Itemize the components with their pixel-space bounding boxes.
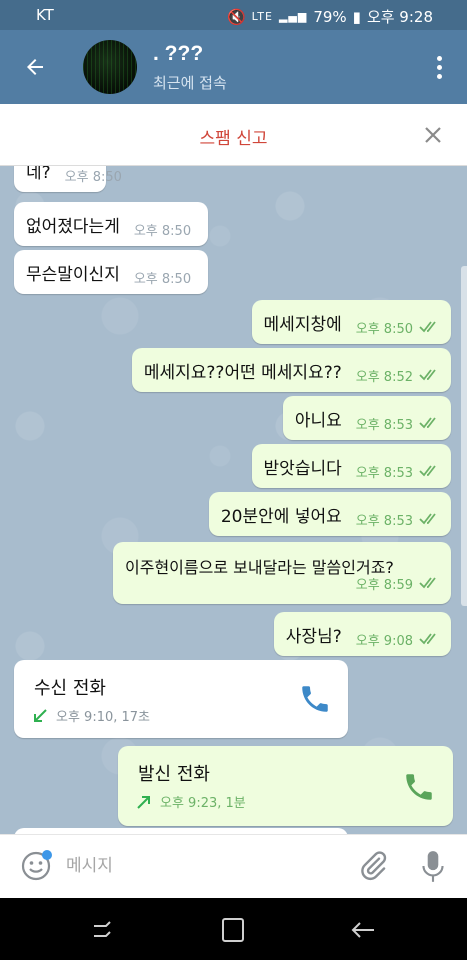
call-title: 발신 전화	[138, 764, 210, 785]
message-bubble[interactable]: 메세지창에 오후 8:50	[251, 300, 451, 344]
more-menu-button[interactable]	[429, 52, 449, 82]
chat-title[interactable]: . ???	[153, 42, 203, 66]
avatar[interactable]	[83, 40, 137, 94]
outgoing-call-card[interactable]: 발신 전화 오후 9:23, 1분	[118, 746, 453, 826]
message-text: 사장님?	[285, 626, 342, 647]
message-bubble[interactable]: 없어졌다는게 오후 8:50	[14, 202, 208, 246]
back-button[interactable]	[18, 50, 52, 84]
message-bubble[interactable]: 아니요 오후 8:53	[282, 396, 451, 440]
double-check-icon	[419, 577, 436, 589]
call-time: 오후 9:10, 17초	[56, 710, 151, 725]
back-arrow-icon	[27, 59, 43, 75]
spam-report-banner: 스팸 신고	[0, 104, 467, 166]
more-vert-icon	[436, 55, 442, 61]
message-bubble[interactable]: 이주현이름으로 보내달라는 말씀인거죠? 오후 8:59	[113, 542, 451, 604]
attach-icon[interactable]	[357, 849, 389, 883]
outgoing-call-arrow-icon	[137, 795, 150, 809]
message-bubble[interactable]: 네? 오후 8:50	[14, 166, 122, 192]
phone-icon[interactable]	[402, 770, 436, 804]
system-nav-bar	[0, 898, 467, 960]
mute-icon: 🔇	[226, 7, 246, 26]
call-time: 오후 9:23, 1분	[160, 796, 246, 811]
last-seen-status: 최근에 접속	[153, 74, 227, 92]
call-meta: 오후 9:10, 17초	[32, 706, 150, 725]
message-bubble[interactable]: 메세지요??어떤 메세지요?? 오후 8:52	[131, 348, 451, 392]
status-bar: KT 🔇 LTE ▂▄▆ 79% ▮ 오후 9:28	[0, 0, 467, 30]
network-type: LTE	[251, 10, 273, 23]
message-text: 20분안에 넣어요	[220, 506, 342, 527]
message-text: 네?	[26, 166, 51, 183]
recents-icon[interactable]	[88, 916, 118, 944]
incoming-call-arrow-icon	[34, 708, 47, 722]
call-meta: 오후 9:23, 1분	[136, 792, 246, 811]
scroll-indicator[interactable]	[461, 266, 467, 606]
back-icon[interactable]	[348, 916, 378, 944]
double-check-icon	[419, 513, 436, 525]
signal-icon: ▂▄▆	[278, 10, 308, 23]
message-time: 오후 8:50	[64, 169, 122, 185]
message-text: 아니요	[294, 410, 342, 431]
message-bubble[interactable]: 받앗습니다 오후 8:53	[251, 444, 451, 488]
call-title: 수신 전화	[34, 678, 106, 699]
message-meta: 오후 8:59	[342, 574, 451, 593]
report-spam-button[interactable]: 스팸 신고	[0, 124, 467, 149]
battery-percent: 79%	[313, 7, 347, 26]
message-list[interactable]: 네? 오후 8:50 없어졌다는게 오후 8:50 무슨말이신지 오후 8:50…	[0, 166, 467, 834]
mic-icon[interactable]	[420, 849, 446, 885]
message-time: 오후 8:53	[355, 465, 413, 481]
message-time: 오후 8:53	[355, 417, 413, 433]
message-time: 오후 8:52	[355, 369, 413, 385]
chat-header: . ??? 최근에 접속	[0, 30, 467, 104]
close-icon[interactable]	[421, 123, 445, 147]
battery-icon: ▮	[352, 7, 361, 26]
message-time: 오후 8:53	[355, 513, 413, 529]
message-time: 오후 8:50	[133, 223, 192, 239]
message-time: 오후 9:08	[355, 633, 413, 649]
double-check-icon	[419, 417, 436, 429]
message-bubble[interactable]: 사장님? 오후 9:08	[273, 612, 451, 656]
message-text: 받앗습니다	[263, 458, 342, 479]
double-check-icon	[419, 369, 436, 381]
message-text: 무슨말이신지	[26, 264, 120, 285]
emoji-notification-dot	[42, 850, 52, 860]
message-bubble[interactable]: 무슨말이신지 오후 8:50	[14, 250, 208, 294]
carrier-label: KT	[36, 6, 54, 24]
message-time: 오후 8:50	[133, 271, 192, 287]
clock: 오후 9:28	[366, 8, 433, 26]
double-check-icon	[419, 321, 436, 333]
status-icons: 🔇 LTE ▂▄▆ 79% ▮ 오후 9:28	[227, 6, 433, 27]
incoming-call-card[interactable]: 수신 전화 오후 9:10, 17초	[14, 660, 348, 738]
home-icon[interactable]	[218, 916, 248, 944]
message-composer	[0, 834, 467, 898]
message-text: 메세지창에	[263, 314, 342, 335]
double-check-icon	[419, 633, 436, 645]
phone-icon[interactable]	[298, 682, 332, 716]
message-text: 메세지요??어떤 메세지요??	[143, 362, 342, 383]
message-time: 오후 8:59	[355, 577, 413, 593]
message-bubble[interactable]: 20분안에 넣어요 오후 8:53	[208, 492, 451, 536]
double-check-icon	[419, 465, 436, 477]
message-input[interactable]	[66, 849, 336, 883]
message-time: 오후 8:50	[355, 321, 413, 337]
message-text: 없어졌다는게	[26, 216, 120, 237]
